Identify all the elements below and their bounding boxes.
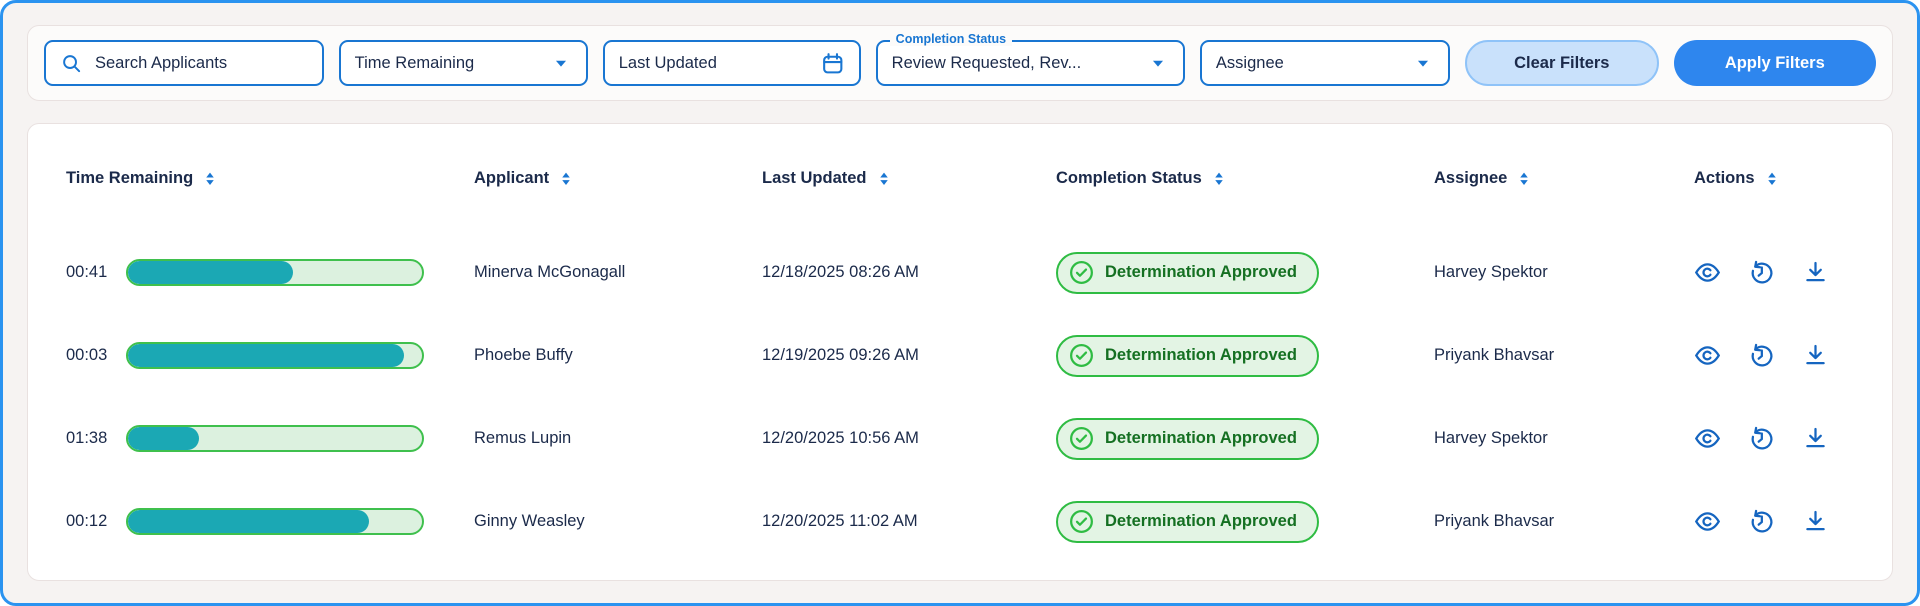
- progress-fill: [128, 510, 369, 533]
- filter-bar: Time Remaining Last Updated Completion S…: [27, 25, 1893, 101]
- assignee-dropdown[interactable]: Assignee: [1200, 40, 1450, 86]
- check-circle-icon: [1068, 259, 1095, 286]
- search-input[interactable]: [93, 53, 308, 74]
- download-icon: [1802, 425, 1829, 452]
- last-updated-value: 12/19/2025 09:26 AM: [762, 346, 1056, 365]
- applicant-name: Ginny Weasley: [474, 512, 762, 531]
- chevron-down-icon: [1147, 52, 1169, 74]
- completion-status-floating-label: Completion Status: [890, 32, 1012, 46]
- history-button[interactable]: [1748, 342, 1775, 369]
- download-icon: [1802, 342, 1829, 369]
- sort-icon: [201, 170, 219, 188]
- download-button[interactable]: [1802, 508, 1829, 535]
- time-remaining-value: 00:41: [66, 263, 114, 282]
- status-badge: Determination Approved: [1056, 335, 1319, 377]
- download-button[interactable]: [1802, 259, 1829, 286]
- status-badge: Determination Approved: [1056, 418, 1319, 460]
- status-badge: Determination Approved: [1056, 501, 1319, 543]
- assignee-name: Harvey Spektor: [1434, 429, 1694, 448]
- chevron-down-icon: [1412, 52, 1434, 74]
- history-icon: [1748, 508, 1775, 535]
- progress-fill: [128, 344, 404, 367]
- column-header-applicant[interactable]: Applicant: [474, 169, 575, 188]
- view-button[interactable]: [1694, 342, 1721, 369]
- column-header-time-remaining[interactable]: Time Remaining: [66, 169, 219, 188]
- search-applicants-field[interactable]: [44, 40, 324, 86]
- assignee-dropdown-label: Assignee: [1216, 54, 1284, 73]
- assignee-name: Harvey Spektor: [1434, 263, 1694, 282]
- time-remaining-progress-bar: [126, 425, 424, 452]
- last-updated-datepicker-label: Last Updated: [619, 54, 717, 73]
- last-updated-value: 12/20/2025 10:56 AM: [762, 429, 1056, 448]
- sort-icon: [1763, 170, 1781, 188]
- view-button[interactable]: [1694, 259, 1721, 286]
- apply-filters-button[interactable]: Apply Filters: [1674, 40, 1876, 86]
- clear-filters-button[interactable]: Clear Filters: [1465, 40, 1659, 86]
- completion-status-value: Review Requested, Rev...: [892, 54, 1082, 73]
- time-remaining-progress-bar: [126, 508, 424, 535]
- eye-icon: [1694, 342, 1721, 369]
- eye-icon: [1694, 259, 1721, 286]
- time-remaining-progress-bar: [126, 342, 424, 369]
- last-updated-value: 12/20/2025 11:02 AM: [762, 512, 1056, 531]
- download-icon: [1802, 508, 1829, 535]
- history-icon: [1748, 259, 1775, 286]
- sort-icon: [875, 170, 893, 188]
- table-row: 01:38 Remus Lupin 12/20/2025 10:56 AM De…: [66, 397, 1854, 480]
- history-icon: [1748, 342, 1775, 369]
- column-header-last-updated[interactable]: Last Updated: [762, 169, 893, 188]
- time-remaining-value: 00:12: [66, 512, 114, 531]
- assignee-name: Priyank Bhavsar: [1434, 346, 1694, 365]
- table-header-row: Time Remaining Applicant Last Updated Co…: [66, 169, 1854, 231]
- eye-icon: [1694, 425, 1721, 452]
- column-header-assignee[interactable]: Assignee: [1434, 169, 1533, 188]
- check-circle-icon: [1068, 342, 1095, 369]
- time-remaining-value: 00:03: [66, 346, 114, 365]
- chevron-down-icon: [550, 52, 572, 74]
- download-button[interactable]: [1802, 425, 1829, 452]
- completion-status-dropdown[interactable]: Completion Status Review Requested, Rev.…: [876, 40, 1185, 86]
- download-icon: [1802, 259, 1829, 286]
- assignee-name: Priyank Bhavsar: [1434, 512, 1694, 531]
- calendar-icon: [820, 51, 845, 76]
- table-row: 00:41 Minerva McGonagall 12/18/2025 08:2…: [66, 231, 1854, 314]
- last-updated-value: 12/18/2025 08:26 AM: [762, 263, 1056, 282]
- app-frame: Time Remaining Last Updated Completion S…: [0, 0, 1920, 606]
- check-circle-icon: [1068, 425, 1095, 452]
- history-button[interactable]: [1748, 259, 1775, 286]
- history-button[interactable]: [1748, 508, 1775, 535]
- progress-fill: [128, 261, 293, 284]
- search-icon: [60, 52, 83, 75]
- last-updated-datepicker[interactable]: Last Updated: [603, 40, 861, 86]
- sort-icon: [1210, 170, 1228, 188]
- time-remaining-dropdown-label: Time Remaining: [355, 54, 475, 73]
- time-remaining-progress-bar: [126, 259, 424, 286]
- applicants-table: Time Remaining Applicant Last Updated Co…: [27, 123, 1893, 581]
- table-row: 00:03 Phoebe Buffy 12/19/2025 09:26 AM D…: [66, 314, 1854, 397]
- sort-icon: [557, 170, 575, 188]
- applicant-name: Remus Lupin: [474, 429, 762, 448]
- time-remaining-value: 01:38: [66, 429, 114, 448]
- view-button[interactable]: [1694, 425, 1721, 452]
- table-row: 00:12 Ginny Weasley 12/20/2025 11:02 AM …: [66, 480, 1854, 563]
- time-remaining-dropdown[interactable]: Time Remaining: [339, 40, 588, 86]
- column-header-completion-status[interactable]: Completion Status: [1056, 169, 1228, 188]
- progress-fill: [128, 427, 199, 450]
- eye-icon: [1694, 508, 1721, 535]
- applicant-name: Minerva McGonagall: [474, 263, 762, 282]
- history-button[interactable]: [1748, 425, 1775, 452]
- download-button[interactable]: [1802, 342, 1829, 369]
- view-button[interactable]: [1694, 508, 1721, 535]
- history-icon: [1748, 425, 1775, 452]
- sort-icon: [1515, 170, 1533, 188]
- status-badge: Determination Approved: [1056, 252, 1319, 294]
- applicant-name: Phoebe Buffy: [474, 346, 762, 365]
- check-circle-icon: [1068, 508, 1095, 535]
- column-header-actions[interactable]: Actions: [1694, 169, 1781, 188]
